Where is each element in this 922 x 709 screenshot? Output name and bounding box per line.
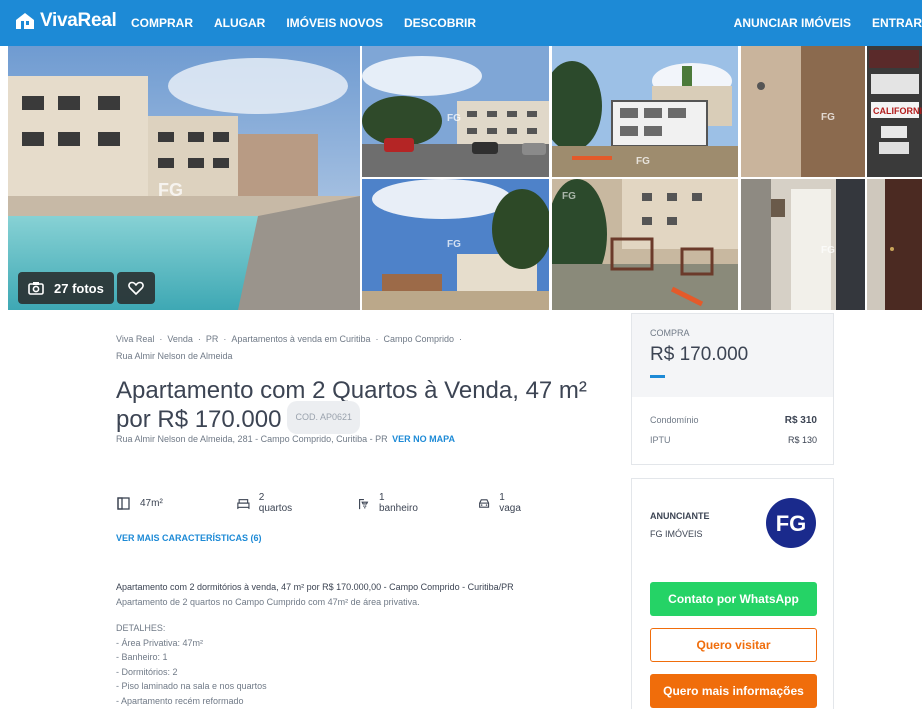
breadcrumb-item[interactable]: Rua Almir Nelson de Almeida (116, 351, 233, 361)
detail-item: - Piso laminado na sala e nos quartos (116, 681, 267, 691)
camera-icon (28, 282, 44, 295)
listing-code-badge: COD. AP0621 (287, 401, 360, 434)
condo-fee-label: Condomínio (650, 415, 699, 425)
top-navigation-bar: VivaReal COMPRAR ALUGAR IMÓVEIS NOVOS DE… (0, 0, 922, 46)
sale-price: R$ 170.000 (650, 344, 749, 365)
svg-text:FG: FG (821, 245, 835, 256)
account-nav: ANUNCIAR IMÓVEIS ENTRAR (713, 0, 922, 46)
condo-fee-value: R$ 310 (784, 415, 817, 426)
breadcrumb-item[interactable]: Campo Comprido (383, 334, 454, 344)
svg-text:FG: FG (636, 156, 650, 167)
iptu-label: IPTU (650, 435, 671, 445)
photo-gym-board[interactable]: FG (552, 46, 738, 177)
shower-icon (359, 498, 369, 509)
condo-fee-row: Condomínio R$ 310 (650, 415, 817, 426)
listing-address: Rua Almir Nelson de Almeida, 281 - Campo… (116, 434, 455, 444)
title-line-1: Apartamento com 2 Quartos à Venda, 47 m² (116, 377, 587, 404)
svg-text:FG: FG (447, 113, 461, 124)
breadcrumb-item[interactable]: PR (206, 334, 219, 344)
feature-bathrooms-value: 1 banheiro (378, 492, 418, 514)
more-features-link[interactable]: VER MAIS CARACTERÍSTICAS (6) (116, 533, 262, 543)
nav-comprar[interactable]: COMPRAR (131, 16, 193, 30)
main-nav: COMPRAR ALUGAR IMÓVEIS NOVOS DESCOBRIR (131, 0, 497, 46)
advertiser-logo-text: FG (776, 511, 807, 536)
photo-gallery: FG FG FG FG CALIFORNI FG FG FG 27 fotos (0, 46, 922, 310)
breadcrumb-item[interactable]: Apartamentos à venda em Curitiba (231, 334, 370, 344)
description-headline: Apartamento com 2 dormitórios à venda, 4… (116, 582, 514, 592)
more-info-button[interactable]: Quero mais informações (650, 674, 817, 708)
title-line-2: por R$ 170.000 (116, 405, 282, 433)
feature-parking-value: 1 vaga (499, 492, 521, 514)
nav-alugar[interactable]: ALUGAR (214, 16, 265, 30)
price-accent-bar (650, 375, 665, 378)
advertiser-name[interactable]: FG IMÓVEIS (650, 529, 703, 539)
main-photo-pool[interactable]: FG (8, 46, 360, 310)
photo-front-door[interactable] (867, 179, 922, 310)
description-subline: Apartamento de 2 quartos no Campo Cumpri… (116, 596, 420, 607)
iptu-row: IPTU R$ 130 (650, 435, 817, 445)
nav-entrar[interactable]: ENTRAR (872, 16, 922, 30)
address-text: Rua Almir Nelson de Almeida, 281 - Campo… (116, 434, 388, 444)
price-header: COMPRA R$ 170.000 (632, 314, 833, 397)
svg-text:FG: FG (158, 180, 183, 200)
schedule-visit-button[interactable]: Quero visitar (650, 628, 817, 662)
photo-building-trees[interactable]: FG (362, 179, 549, 310)
nav-descobrir[interactable]: DESCOBRIR (404, 16, 476, 30)
feature-area: 47m² (116, 496, 163, 511)
area-icon (117, 496, 130, 510)
advertiser-card: ANUNCIANTE FG IMÓVEIS FG Contato por Wha… (631, 478, 834, 709)
detail-item: - Área Privativa: 47m² (116, 637, 204, 648)
detail-item: - Apartamento recém reformado (116, 695, 244, 706)
listing-description: Apartamento com 2 dormitórios à venda, 4… (116, 580, 556, 708)
photo-door[interactable]: FG (741, 46, 865, 177)
details-title: DETALHES: (116, 623, 166, 633)
photo-parking[interactable]: FG (362, 46, 549, 177)
map-link[interactable]: VER NO MAPA (392, 434, 455, 444)
iptu-value: R$ 130 (787, 435, 817, 445)
favorite-button[interactable] (117, 272, 155, 304)
listing-title: Apartamento com 2 Quartos à Venda, 47 m²… (116, 377, 606, 437)
breadcrumb-item[interactable]: Venda (167, 334, 193, 344)
breadcrumb: Viva Real · Venda · PR · Apartamentos à venda … (116, 334, 463, 361)
svg-text:FG: FG (447, 239, 461, 250)
nav-anunciar-imoveis[interactable]: ANUNCIAR IMÓVEIS (734, 16, 851, 30)
car-icon (479, 498, 490, 508)
feature-parking: 1 vaga (478, 492, 524, 514)
photo-hallway[interactable]: FG (741, 179, 865, 310)
advertiser-label: ANUNCIANTE (650, 511, 710, 521)
nav-imoveis-novos[interactable]: IMÓVEIS NOVOS (286, 16, 383, 30)
photo-count-label: 27 fotos (54, 280, 104, 296)
price-type-label: COMPRA (650, 328, 690, 338)
breadcrumb-item[interactable]: Viva Real (116, 334, 154, 344)
svg-text:FG: FG (821, 112, 835, 123)
feature-bathrooms: 1 banheiro (357, 492, 420, 514)
photo-gym-equipment[interactable]: FG (552, 179, 738, 310)
feature-area-value: 47m² (140, 497, 163, 509)
house-logo-icon (16, 13, 34, 29)
price-card: COMPRA R$ 170.000 Condomínio R$ 310 IPTU… (631, 313, 834, 465)
whatsapp-contact-button[interactable]: Contato por WhatsApp (650, 582, 817, 616)
detail-item: - Dormitórios: 2 (116, 666, 178, 677)
bed-icon (237, 498, 250, 509)
photo-count-button[interactable]: 27 fotos (18, 272, 114, 304)
heart-icon (128, 281, 144, 295)
svg-text:CALIFORNIA: CALIFORNIA (873, 106, 922, 116)
advertiser-logo[interactable]: FG (765, 497, 817, 549)
svg-text:FG: FG (562, 191, 576, 202)
feature-bedrooms: 2 quartos (237, 492, 294, 514)
feature-bedrooms-value: 2 quartos (258, 492, 293, 514)
detail-item: - Banheiro: 1 (116, 652, 168, 662)
vivareal-logo[interactable]: VivaReal (14, 10, 117, 32)
photo-plates[interactable]: CALIFORNIA (867, 46, 922, 177)
brand-name: VivaReal (40, 10, 117, 31)
